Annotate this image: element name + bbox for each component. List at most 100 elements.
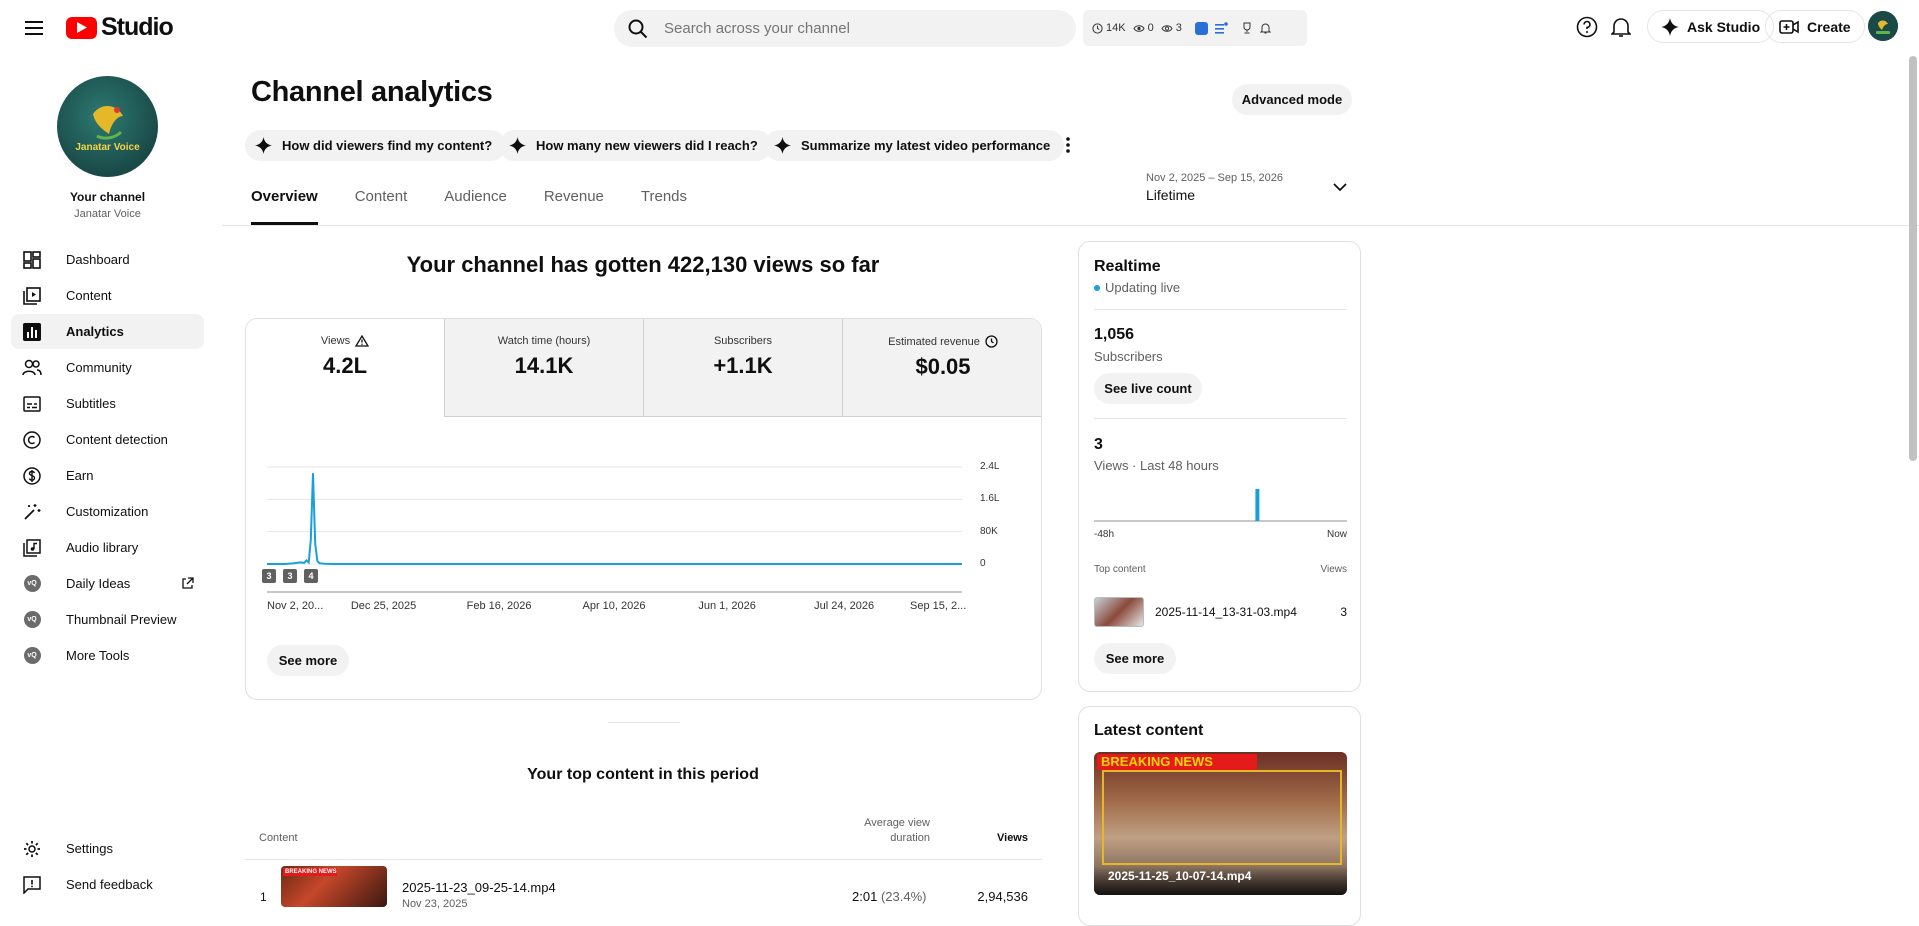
video-publish-marker[interactable]: 4 <box>304 569 318 583</box>
breaking-news-banner: BREAKING NEWS <box>1097 754 1257 770</box>
sidebar-item-audio-library[interactable]: Audio library <box>11 530 204 565</box>
sidebar-item-thumbnail-preview[interactable]: vQ Thumbnail Preview <box>11 602 204 637</box>
row-title[interactable]: 2025-11-23_09-25-14.mp4 <box>402 880 556 895</box>
youtube-play-icon <box>66 16 97 39</box>
table-row[interactable]: 1 BREAKING NEWS 2025-11-23_09-25-14.mp4 … <box>245 860 1042 910</box>
col-header-avg-duration[interactable]: Average view duration <box>830 816 930 846</box>
chevron-down-icon <box>1333 183 1347 192</box>
tab-overview[interactable]: Overview <box>251 188 318 225</box>
video-publish-marker[interactable]: 3 <box>283 569 297 583</box>
views-series-line[interactable] <box>267 473 962 565</box>
sparkle-icon <box>255 137 272 154</box>
sidebar-item-customization[interactable]: Customization <box>11 494 204 529</box>
suggestion-chip-new-viewers[interactable]: How many new viewers did I reach? <box>499 130 772 161</box>
video-thumbnail[interactable]: BREAKING NEWS <box>281 866 387 907</box>
create-button[interactable]: Create <box>1765 10 1865 43</box>
y-tick-label: 2.4L <box>980 461 1000 472</box>
sidebar-item-subtitles[interactable]: Subtitles <box>11 386 204 421</box>
see-more-realtime-button[interactable]: See more <box>1094 643 1176 674</box>
tab-revenue[interactable]: Revenue <box>544 188 604 225</box>
section-divider <box>608 722 680 723</box>
sidebar-item-settings[interactable]: Settings <box>11 831 204 866</box>
suggestion-chip-summarize-video[interactable]: Summarize my latest video performance <box>764 130 1065 161</box>
sidebar-item-content[interactable]: Content <box>11 278 204 313</box>
sidebar-item-send-feedback[interactable]: Send feedback <box>11 867 204 902</box>
top-content-views-label: Views <box>1320 564 1348 575</box>
realtime-views-value: 3 <box>1094 436 1103 453</box>
sidebar-item-daily-ideas[interactable]: vQ Daily Ideas <box>11 566 204 601</box>
tab-audience[interactable]: Audience <box>444 188 507 225</box>
account-avatar[interactable] <box>1868 11 1898 41</box>
trophy-icon[interactable] <box>1241 22 1253 34</box>
top-content-title: Your top content in this period <box>527 766 759 783</box>
search-bar[interactable] <box>614 10 1076 47</box>
page-scrollbar[interactable] <box>1909 56 1917 461</box>
tab-content[interactable]: Content <box>355 188 408 225</box>
metric-tab-watch-time[interactable]: Watch time (hours) 14.1K <box>445 319 644 417</box>
sidebar-item-content-detection[interactable]: Content detection <box>11 422 204 457</box>
metric-tab-subscribers[interactable]: Subscribers +1.1K <box>644 319 843 417</box>
audio-library-icon <box>22 538 42 558</box>
extension-stats-bar[interactable]: 14K 0 3 <box>1083 10 1307 46</box>
col-header-views[interactable]: Views <box>968 832 1028 844</box>
channel-name[interactable]: Janatar Voice <box>0 208 215 220</box>
realtime-axis-left: -48h <box>1094 529 1115 540</box>
metric-tab-views[interactable]: Views 4.2L <box>246 319 445 417</box>
sidebar-item-dashboard[interactable]: Dashboard <box>11 242 204 277</box>
latest-content-card: Latest content BREAKING NEWS 2025-11-25_… <box>1078 706 1361 926</box>
divider <box>1094 309 1347 310</box>
see-live-count-button[interactable]: See live count <box>1094 373 1202 404</box>
sidebar-item-community[interactable]: Community <box>11 350 204 385</box>
vidiq-icon[interactable] <box>1194 21 1208 35</box>
date-range-text: Nov 2, 2025 – Sep 15, 2026 <box>1146 172 1283 184</box>
live-indicator: Updating live <box>1094 280 1180 295</box>
notifications-icon[interactable] <box>1605 11 1637 43</box>
help-icon[interactable] <box>1571 11 1603 43</box>
search-input[interactable] <box>664 20 1044 37</box>
row-rank: 1 <box>260 890 267 904</box>
advanced-mode-button[interactable]: Advanced mode <box>1232 84 1352 115</box>
y-tick-label: 0 <box>980 558 986 569</box>
date-range-selector[interactable]: Nov 2, 2025 – Sep 15, 2026 Lifetime <box>1146 172 1356 212</box>
realtime-bar-chart[interactable] <box>1094 482 1347 522</box>
gear-icon <box>22 839 42 859</box>
extension-icon: vQ <box>22 646 42 666</box>
sidebar-item-earn[interactable]: Earn <box>11 458 204 493</box>
metric-tab-revenue[interactable]: Estimated revenue $0.05 <box>843 319 1041 417</box>
row-avg-duration: 2:01 (23.4%) <box>852 889 927 904</box>
tab-trends[interactable]: Trends <box>641 188 687 225</box>
list-icon[interactable] <box>1214 22 1228 34</box>
sparkle-icon <box>1661 17 1679 36</box>
clock-icon <box>985 335 998 348</box>
sidebar-item-more-tools[interactable]: vQ More Tools <box>11 638 204 673</box>
suggestion-chip-find-content[interactable]: How did viewers find my content? <box>245 130 507 161</box>
magic-wand-icon <box>22 502 42 522</box>
logo-text: Studio <box>101 13 174 41</box>
menu-icon[interactable] <box>18 14 50 42</box>
copyright-icon <box>22 430 42 450</box>
y-tick-label: 80K <box>980 525 998 537</box>
extension-icon: vQ <box>22 610 42 630</box>
realtime-axis-right: Now <box>1326 529 1347 540</box>
dollar-icon <box>22 466 42 486</box>
x-tick-label: Feb 16, 2026 <box>466 600 532 612</box>
realtime-bar[interactable] <box>1255 489 1260 521</box>
more-options-icon[interactable] <box>1058 133 1078 157</box>
studio-logo[interactable]: Studio <box>66 13 174 42</box>
channel-avatar[interactable]: Janatar Voice <box>57 76 158 177</box>
channel-label: Your channel <box>69 190 146 204</box>
sidebar-item-analytics[interactable]: Analytics <box>11 314 204 349</box>
sparkle-icon <box>774 137 791 154</box>
top-content-item[interactable]: 2025-11-14_13-31-03.mp4 3 <box>1094 597 1347 627</box>
bell-small-icon[interactable] <box>1259 22 1271 34</box>
eye-icon <box>1133 24 1145 32</box>
views-line-chart[interactable] <box>260 455 970 595</box>
stat-views-recent: 3 <box>1161 22 1182 34</box>
video-publish-marker[interactable]: 3 <box>262 569 276 583</box>
stat-views-live: 0 <box>1133 22 1154 34</box>
ask-studio-button[interactable]: Ask Studio <box>1647 10 1775 43</box>
latest-content-title: Latest content <box>1094 722 1204 739</box>
see-more-analytics-button[interactable]: See more <box>267 645 349 676</box>
realtime-title: Realtime <box>1094 258 1161 275</box>
latest-video-thumbnail[interactable]: BREAKING NEWS 2025-11-25_10-07-14.mp4 <box>1094 752 1347 895</box>
